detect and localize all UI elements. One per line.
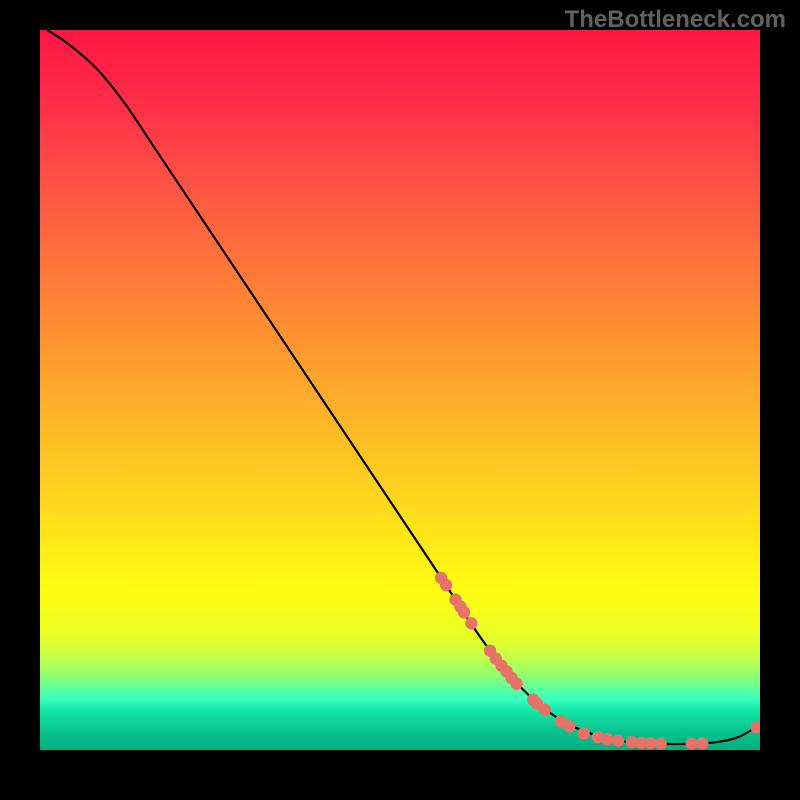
data-point [458,606,470,618]
data-point [563,720,575,732]
watermark-label: TheBottleneck.com [565,6,786,34]
data-markers [435,572,760,750]
data-point [654,737,666,749]
chart-svg [40,30,760,750]
data-point [601,733,613,745]
data-point [440,579,452,591]
bottleneck-curve [47,30,756,744]
data-point [510,678,522,690]
chart-area [40,30,760,750]
data-point [612,734,624,746]
data-point [696,737,708,749]
data-point [577,727,589,739]
data-point [685,737,697,749]
data-point [539,703,551,715]
data-point [750,721,760,733]
data-point [465,617,477,629]
